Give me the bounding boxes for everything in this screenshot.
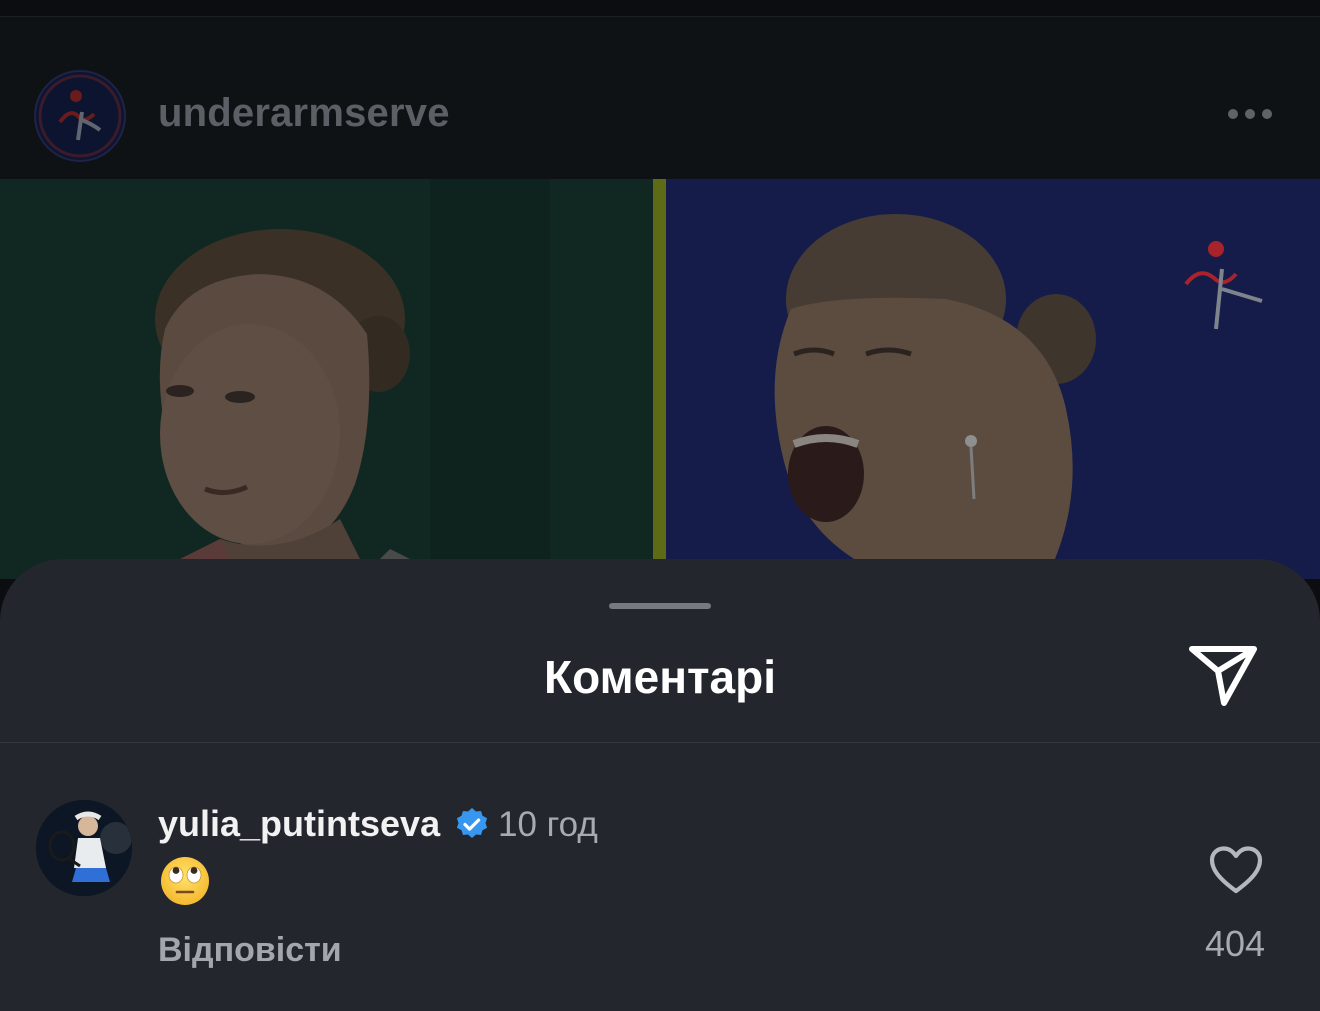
post-author-username[interactable]: underarmserve — [158, 91, 450, 136]
more-horizontal-icon — [1228, 109, 1238, 119]
comments-sheet: Коментарі yulia_putintseva 10 год Відпов… — [0, 559, 1320, 1011]
more-options-button[interactable] — [1228, 103, 1280, 125]
sheet-divider — [0, 742, 1320, 743]
comment-text — [159, 855, 211, 907]
photo-left-player — [0, 179, 653, 579]
post-author-avatar[interactable] — [34, 70, 126, 162]
heart-outline-icon — [1209, 846, 1263, 894]
commenter-username[interactable]: yulia_putintseva — [158, 803, 440, 845]
commenter-avatar[interactable] — [36, 800, 132, 896]
verified-badge-icon — [456, 808, 488, 838]
post-header: underarmserve — [0, 17, 1320, 179]
comment-timestamp: 10 год — [498, 805, 598, 844]
photo-right-player — [666, 179, 1320, 579]
like-count: 404 — [1204, 923, 1266, 964]
like-button[interactable] — [1208, 845, 1264, 895]
sheet-grab-handle[interactable] — [609, 603, 711, 609]
share-button[interactable] — [1188, 643, 1260, 709]
photo-divider — [653, 179, 666, 579]
post-image[interactable] — [0, 179, 1320, 579]
sheet-title: Коментарі — [544, 651, 776, 703]
paper-plane-icon — [1189, 646, 1257, 706]
reply-button[interactable]: Відповісти — [158, 931, 342, 970]
eye-roll-emoji-icon — [161, 857, 209, 905]
